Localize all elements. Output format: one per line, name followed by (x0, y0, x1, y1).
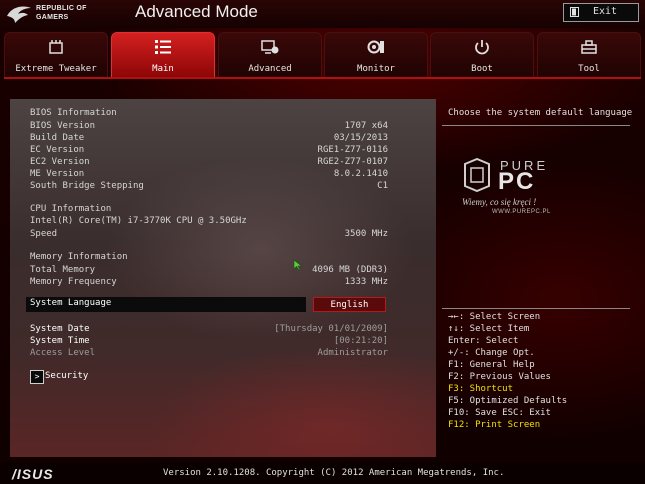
row-label: Speed (30, 229, 58, 239)
row-label: Memory Frequency (30, 277, 117, 287)
tab-tool[interactable]: Tool (537, 32, 641, 77)
tool-icon (581, 40, 597, 54)
build-date-row: Build Date 03/15/2013 (30, 132, 388, 144)
help-panel: Choose the system default language PURE … (442, 99, 634, 457)
row-value: 4096 MB (DDR3) (312, 265, 388, 275)
row-label: EC2 Version (30, 157, 90, 167)
watermark-url: WWW.PUREPC.PL (492, 209, 551, 215)
row-value: Administrator (317, 348, 388, 358)
system-language-label: System Language (30, 298, 112, 308)
row-value: RGE1-Z77-0116 (317, 145, 388, 155)
main-panel: BIOS Information BIOS Version 1707 x64 B… (10, 99, 436, 457)
me-version-row: ME Version 8.0.2.1410 (30, 168, 388, 180)
bios-version-row: BIOS Version 1707 x64 (30, 120, 388, 132)
key-legend: →←: Select Screen ↑↓: Select Item Enter:… (448, 311, 567, 431)
tab-label: Main (152, 64, 174, 74)
key-hint: →←: Select Screen (448, 312, 541, 322)
access-level-row: Access Level Administrator (30, 347, 388, 359)
tab-label: Monitor (357, 64, 395, 74)
tab-boot[interactable]: Boot (430, 32, 534, 77)
row-label: BIOS Version (30, 121, 96, 131)
tab-extreme-tweaker[interactable]: Extreme Tweaker (4, 32, 108, 77)
mode-title: Advanced Mode (135, 2, 258, 21)
watermark-pc: PC (498, 168, 536, 195)
total-memory-row: Total Memory 4096 MB (DDR3) (30, 264, 388, 276)
cpu-speed-row: Speed 3500 MHz (30, 228, 388, 240)
rog-eye-icon (7, 6, 31, 23)
help-divider-keys (442, 308, 630, 309)
row-label: South Bridge Stepping (30, 181, 144, 191)
top-bar: REPUBLIC OF GAMERS Advanced Mode Exit (0, 0, 645, 28)
key-hint-print-screen[interactable]: F12: Print Screen (448, 419, 567, 431)
mouse-cursor-icon (293, 259, 303, 271)
row-value: 03/15/2013 (333, 133, 388, 143)
exit-label: Exit (593, 6, 618, 17)
row-label: Total Memory (30, 265, 96, 275)
exit-door-icon (570, 7, 579, 17)
purepc-logo-icon (464, 158, 490, 192)
memory-frequency-row: Memory Frequency 1333 MHz (30, 276, 388, 288)
key-hint: F2: Previous Values (448, 372, 551, 382)
ec2-version-row: EC2 Version RGE2-Z77-0107 (30, 156, 388, 168)
rog-logo: REPUBLIC OF GAMERS (6, 3, 116, 25)
watermark-tagline: Wiemy, co się kręci ! (462, 197, 537, 207)
row-value: 1707 x64 (344, 121, 388, 131)
memory-info-heading: Memory Information (30, 252, 128, 262)
bios-info-heading: BIOS Information (30, 108, 117, 118)
help-divider-top (442, 125, 630, 126)
security-label: Security (45, 371, 89, 381)
row-label: Build Date (30, 133, 85, 143)
cpu-model: Intel(R) Core(TM) i7-3770K CPU @ 3.50GHz (30, 216, 247, 226)
tab-bar-line (4, 77, 641, 79)
ec-version-row: EC Version RGE1-Z77-0116 (30, 144, 388, 156)
row-value: C1 (377, 181, 388, 191)
chevron-right-icon: > (30, 370, 44, 384)
system-date-value[interactable]: [Thursday 01/01/2009] (274, 323, 388, 335)
tab-monitor[interactable]: Monitor (324, 32, 428, 77)
tab-label: Boot (471, 64, 493, 74)
cpu-info-heading: CPU Information (30, 204, 112, 214)
key-hint: Enter: Select (448, 336, 519, 346)
system-time-row[interactable]: System Time [00:21:20] (30, 335, 388, 347)
asus-logo: /ISUS (12, 466, 54, 482)
system-language-row[interactable]: System Language (26, 297, 306, 312)
list-icon (155, 40, 171, 54)
key-hint: F10: Save ESC: Exit (448, 408, 551, 418)
key-hint: F5: Optimized Defaults (448, 396, 568, 406)
system-date-row[interactable]: System Date [Thursday 01/01/2009] (30, 323, 388, 335)
row-value: RGE2-Z77-0107 (317, 157, 388, 167)
tab-label: Advanced (248, 64, 292, 74)
key-hint: F1: General Help (448, 360, 535, 370)
system-language-select[interactable]: English (313, 297, 386, 312)
key-hint-shortcut[interactable]: F3: Shortcut (448, 383, 567, 395)
row-label: EC Version (30, 145, 85, 155)
row-value: 3500 MHz (344, 229, 388, 239)
key-hint: +/-: Change Opt. (448, 348, 535, 358)
row-value: 8.0.2.1410 (333, 169, 388, 179)
row-label: System Time (30, 336, 90, 346)
footer-bar: /ISUS Version 2.10.1208. Copyright (C) 2… (0, 463, 645, 484)
tab-advanced[interactable]: Advanced (218, 32, 322, 77)
brand-line2: GAMERS (36, 14, 69, 21)
help-description: Choose the system default language (448, 108, 633, 118)
row-label: ME Version (30, 169, 85, 179)
monitor-icon (367, 40, 384, 54)
tab-main[interactable]: Main (111, 32, 215, 79)
system-time-value[interactable]: [00:21:20] (334, 335, 388, 347)
tab-label: Extreme Tweaker (15, 64, 97, 74)
row-label: System Date (30, 324, 90, 334)
tweaker-icon (49, 40, 63, 54)
row-value: 1333 MHz (344, 277, 388, 287)
south-bridge-row: South Bridge Stepping C1 (30, 180, 388, 192)
advanced-icon (261, 40, 279, 54)
purepc-watermark: PURE PC Wiemy, co się kręci ! WWW.PUREPC… (462, 154, 592, 218)
brand-line1: REPUBLIC OF (36, 5, 87, 12)
key-hint: ↑↓: Select Item (448, 324, 530, 334)
row-label: Access Level (30, 348, 96, 358)
tab-label: Tool (578, 64, 600, 74)
exit-button[interactable]: Exit (563, 3, 639, 22)
version-text: Version 2.10.1208. Copyright (C) 2012 Am… (163, 468, 505, 478)
power-icon (475, 40, 489, 55)
